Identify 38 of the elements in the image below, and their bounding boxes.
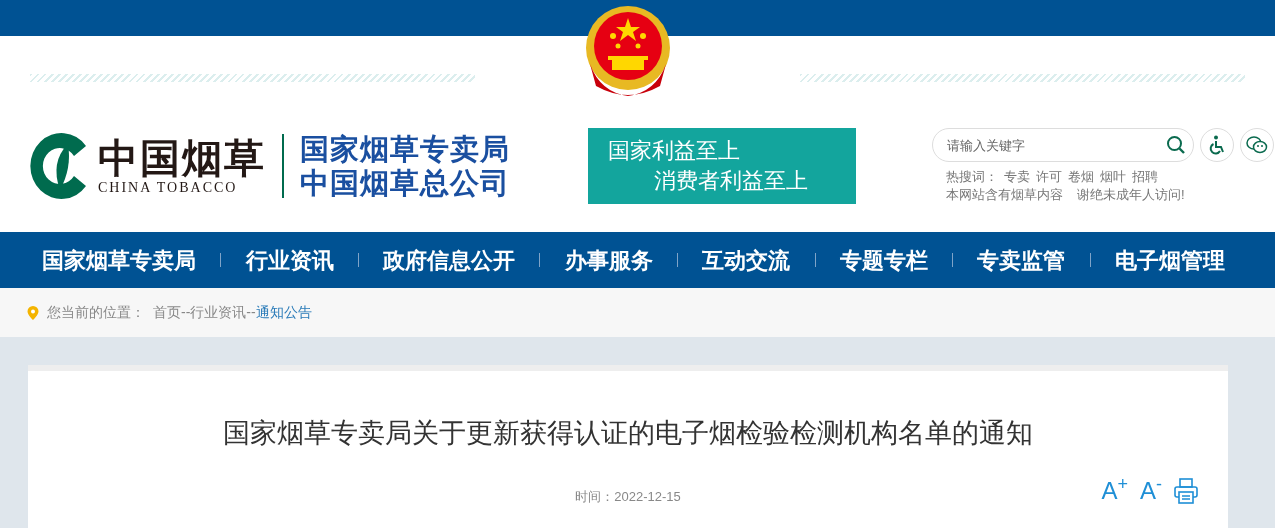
hot-word-link[interactable]: 招聘: [1132, 168, 1158, 186]
font-size-button[interactable]: A$^{+}$: [1101, 477, 1128, 505]
nav-link[interactable]: 专卖监管: [977, 243, 1066, 277]
hot-word-link[interactable]: 烟叶: [1100, 168, 1126, 186]
slogan-text: 消费者利益至上: [653, 167, 809, 195]
hot-word-link[interactable]: 专卖: [1004, 168, 1030, 186]
nav-link[interactable]: 办事服务: [564, 243, 653, 277]
breadcrumb-link[interactable]: 首页: [153, 302, 181, 323]
wheelchair-icon: [1208, 135, 1226, 155]
nav-link[interactable]: 行业资讯: [245, 243, 334, 277]
breadcrumb-separator: --: [246, 303, 256, 322]
nav-link[interactable]: 专题专栏: [839, 243, 928, 277]
chat-bubbles-icon: [1246, 136, 1268, 154]
hot-word-link[interactable]: 卷烟: [1068, 168, 1094, 186]
location-pin-icon: [27, 305, 39, 320]
hot-word-link[interactable]: 许可: [1036, 168, 1062, 186]
nav-link[interactable]: 政府信息公开: [383, 243, 516, 277]
search-field[interactable]: 请输入关键字: [932, 128, 1194, 162]
article-title: 国家烟草专卖局关于更新获得认证的电子烟检验检测机构名单的通知: [222, 417, 1034, 450]
logo-subtitle: CHINA TOBACCO: [98, 180, 239, 196]
slogan-text: 国家利益至上: [608, 137, 741, 165]
logo-name: 中国烟草: [98, 136, 266, 180]
age-notice: 本网站含有烟草内容: [946, 186, 1063, 204]
hot-words-label: 热搜词：: [946, 168, 998, 186]
agency-name: 中国烟草总公司: [300, 166, 510, 200]
publish-date: 时间：2022-12-15: [575, 488, 681, 506]
print-icon[interactable]: [1174, 478, 1198, 504]
age-notice: 谢绝未成年人访问!: [1077, 186, 1185, 204]
breadcrumb-separator: --: [181, 303, 191, 322]
agency-name: 国家烟草专卖局: [300, 132, 510, 166]
nav-link[interactable]: 电子烟管理: [1114, 243, 1225, 277]
search-icon[interactable]: [1166, 135, 1186, 155]
nav-link[interactable]: 互动交流: [702, 243, 791, 277]
breadcrumb-link[interactable]: 行业资讯: [190, 302, 247, 323]
font-size-button[interactable]: A$^{-}$: [1140, 477, 1162, 505]
breadcrumb-label: 您当前的位置：: [47, 303, 145, 322]
breadcrumb-link[interactable]: 通知公告: [255, 302, 312, 323]
nav-link[interactable]: 国家烟草专卖局: [42, 243, 196, 277]
